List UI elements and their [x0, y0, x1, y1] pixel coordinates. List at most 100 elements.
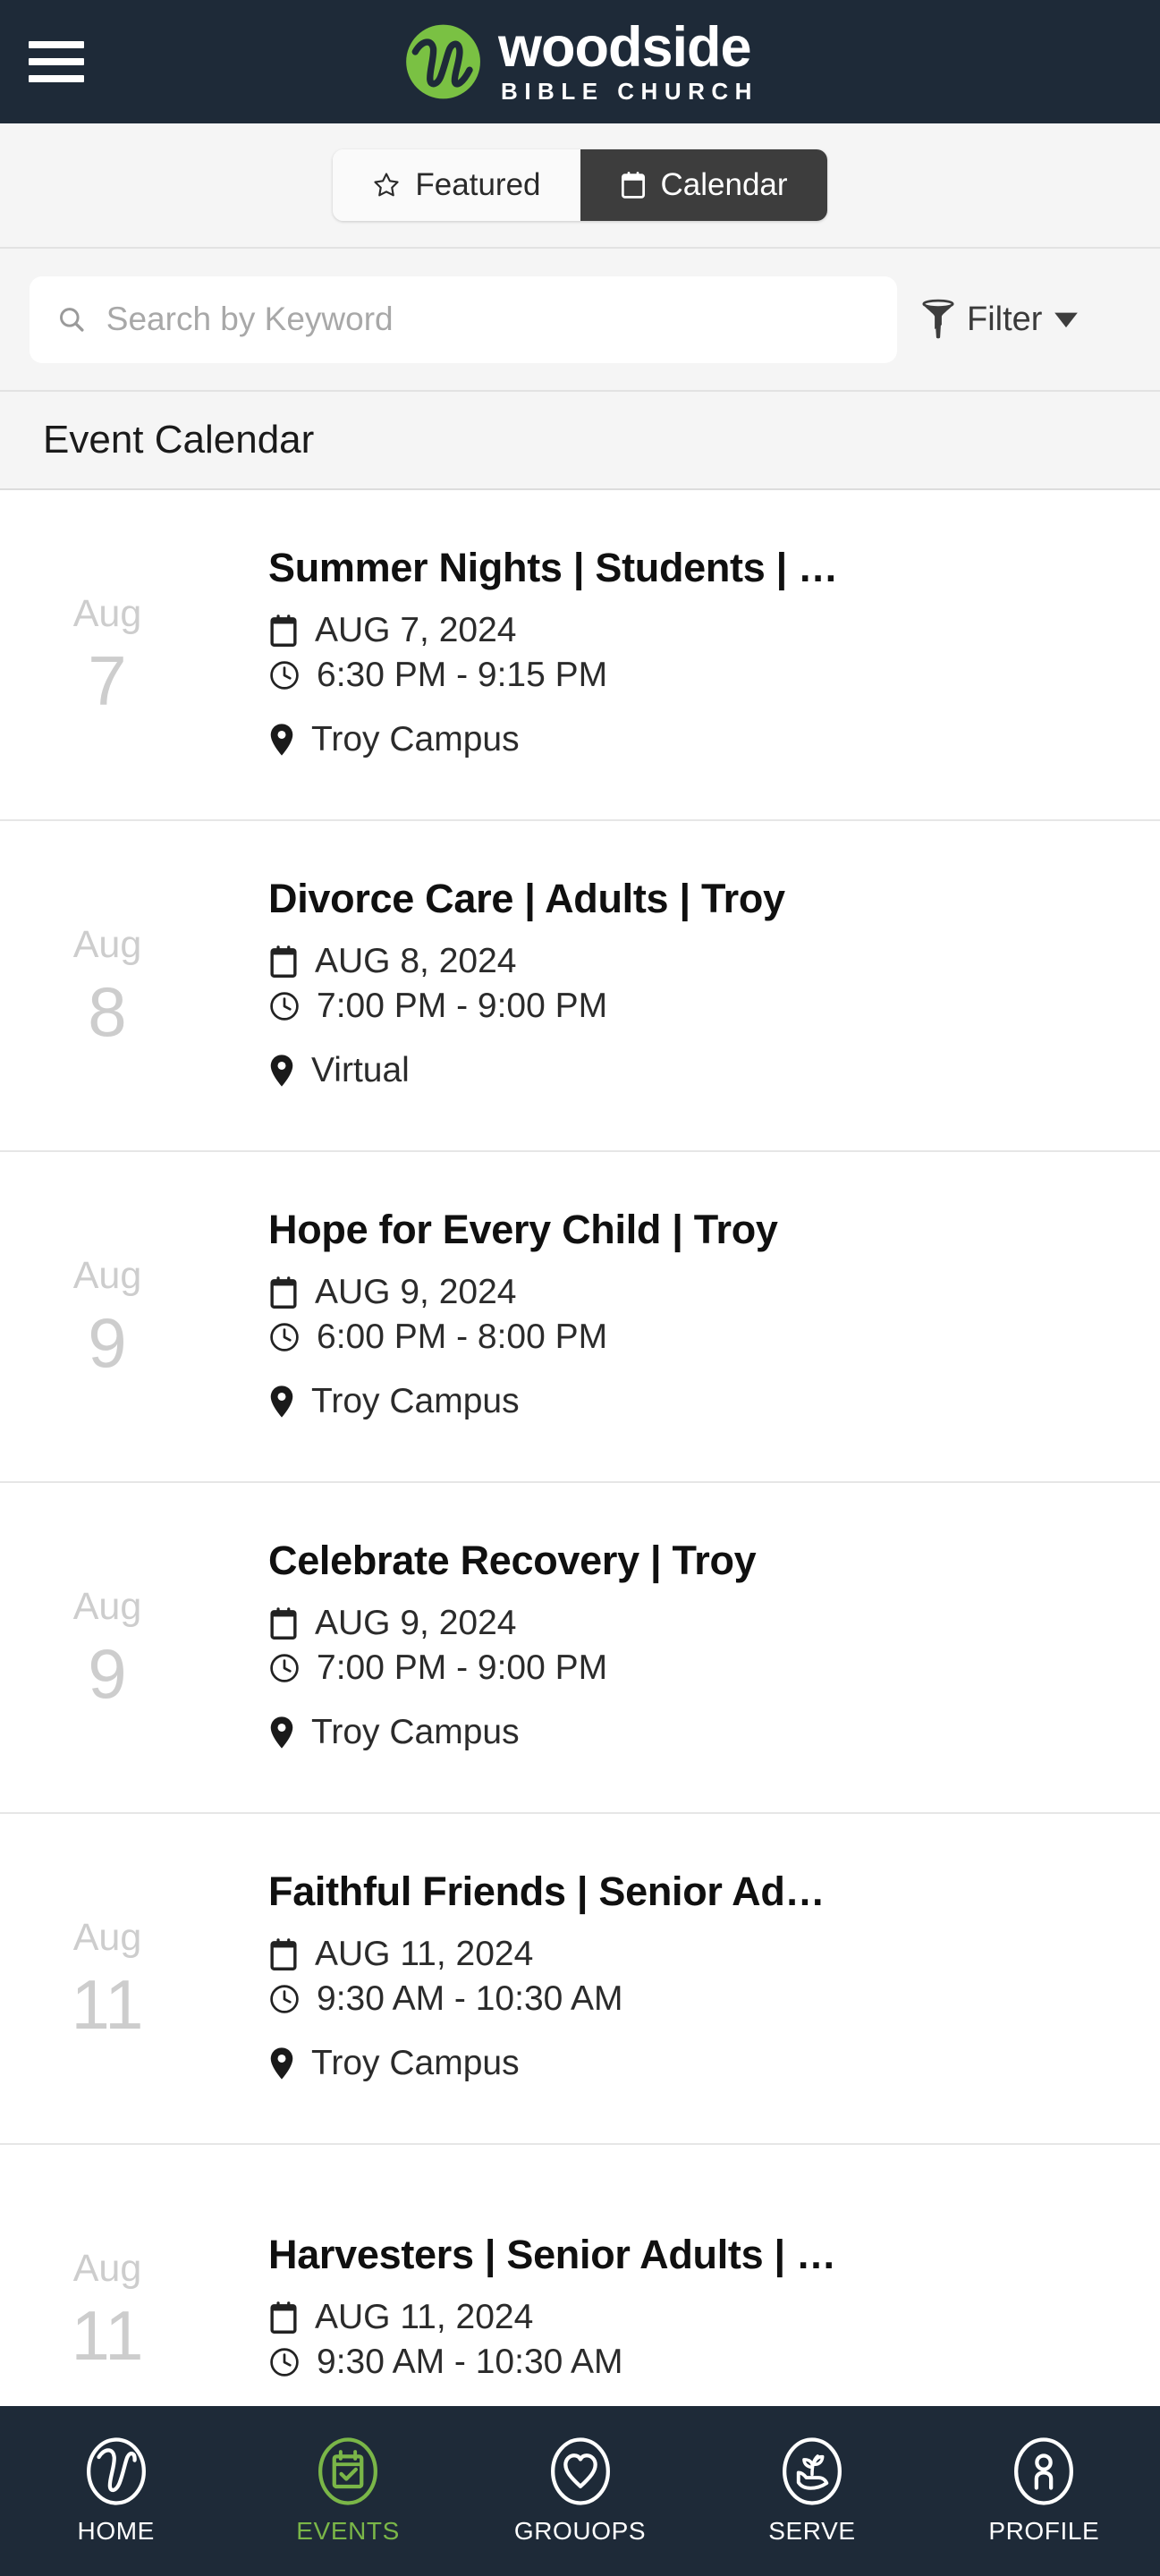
filter-label: Filter: [967, 300, 1043, 338]
nav-item-label: SERVE: [768, 2517, 856, 2545]
event-date-line: AUG 11, 2024: [268, 1935, 1124, 1974]
chevron-down-icon: [1054, 312, 1079, 328]
calendar-icon: [270, 1938, 297, 1970]
event-day: 11: [71, 2295, 144, 2375]
event-date-text: AUG 8, 2024: [315, 942, 517, 980]
event-row[interactable]: Aug 7 Summer Nights | Students | … AUG 7…: [0, 490, 1160, 821]
event-time-line: 6:00 PM - 8:00 PM: [268, 1318, 1124, 1357]
event-row[interactable]: Aug 11 Harvesters | Senior Adults | … AU…: [0, 2145, 1160, 2406]
event-time-line: 7:00 PM - 9:00 PM: [268, 1648, 1124, 1688]
event-date-text: AUG 9, 2024: [315, 1604, 517, 1642]
brand-subtitle: BIBLE CHURCH: [501, 77, 758, 105]
nav-item-label: GROUOPS: [513, 2517, 647, 2545]
tab-featured[interactable]: Featured: [333, 149, 580, 221]
event-time-text: 9:30 AM - 10:30 AM: [317, 2343, 623, 2381]
tabs-band: Featured Calendar: [0, 123, 1160, 249]
star-icon: [374, 173, 400, 197]
event-time-text: 7:00 PM - 9:00 PM: [317, 1648, 608, 1687]
event-date-badge: Aug 8: [0, 922, 268, 1051]
event-time-line: 9:30 AM - 10:30 AM: [268, 2343, 1124, 2382]
clock-icon: [270, 661, 299, 690]
person-circle-icon: [1014, 2437, 1074, 2505]
event-month: Aug: [72, 922, 142, 966]
event-month: Aug: [72, 2246, 142, 2290]
woodside-w-circle-icon: [86, 2437, 146, 2505]
event-date-badge: Aug 9: [0, 1584, 268, 1708]
event-details: Summer Nights | Students | … AUG 7, 2024…: [268, 545, 1160, 765]
nav-item-events[interactable]: EVENTS: [232, 2436, 463, 2546]
event-date-text: AUG 9, 2024: [315, 1273, 517, 1311]
location-pin-icon: [270, 1055, 293, 1087]
nav-item-label: PROFILE: [988, 2517, 1100, 2545]
event-title: Faithful Friends | Senior Ad…: [268, 1868, 826, 1914]
event-time-line: 6:30 PM - 9:15 PM: [268, 656, 1124, 695]
hand-plant-circle-icon: [782, 2437, 842, 2505]
filter-button[interactable]: Filter: [920, 299, 1080, 340]
hamburger-menu-icon[interactable]: [29, 41, 84, 82]
hamburger-bar: [29, 41, 84, 48]
event-row[interactable]: Aug 8 Divorce Care | Adults | Troy AUG 8…: [0, 821, 1160, 1152]
segmented-control: Featured Calendar: [333, 149, 827, 221]
calendar-check-circle-icon: [318, 2437, 378, 2505]
clock-icon: [270, 992, 299, 1021]
brand-wordmark: woodside BIBLE CHURCH: [498, 20, 758, 105]
event-date-badge: Aug 9: [0, 1253, 268, 1377]
tab-calendar-label: Calendar: [660, 167, 788, 202]
search-icon: [60, 308, 84, 332]
bottom-navigation: HOME EVENTS GROUOPS SERVE PROFILE: [0, 2406, 1160, 2576]
event-location-text: Troy Campus: [311, 1382, 520, 1420]
page-title: Event Calendar: [43, 418, 315, 462]
clock-icon: [270, 1985, 299, 2013]
event-time-text: 7:00 PM - 9:00 PM: [317, 987, 608, 1025]
calendar-icon: [270, 1607, 297, 1640]
nav-item-home[interactable]: HOME: [0, 2436, 232, 2546]
tab-calendar[interactable]: Calendar: [580, 149, 827, 221]
event-date-text: AUG 11, 2024: [315, 2298, 534, 2336]
nav-item-profile[interactable]: PROFILE: [928, 2436, 1160, 2546]
event-time-text: 9:30 AM - 10:30 AM: [317, 1979, 623, 2018]
hamburger-bar: [29, 75, 84, 82]
event-row[interactable]: Aug 9 Hope for Every Child | Troy AUG 9,…: [0, 1152, 1160, 1483]
event-location-text: Troy Campus: [311, 1713, 520, 1751]
event-month: Aug: [72, 1915, 142, 1959]
event-date-line: AUG 11, 2024: [268, 2298, 1124, 2337]
search-input[interactable]: [106, 301, 870, 338]
brand-logo[interactable]: woodside BIBLE CHURCH: [402, 20, 758, 105]
heart-circle-icon: [550, 2437, 610, 2505]
event-location-line: Troy Campus: [268, 1713, 1124, 1752]
event-location-line: Troy Campus: [268, 720, 1124, 759]
event-date-badge: Aug 11: [0, 2246, 268, 2375]
event-location-text: Troy Campus: [311, 720, 520, 758]
clock-icon: [270, 2348, 299, 2377]
event-day: 8: [88, 971, 127, 1051]
event-time-line: 7:00 PM - 9:00 PM: [268, 987, 1124, 1026]
event-month: Aug: [72, 1253, 142, 1297]
event-time-line: 9:30 AM - 10:30 AM: [268, 1979, 1124, 2019]
event-row[interactable]: Aug 9 Celebrate Recovery | Troy AUG 9, 2…: [0, 1483, 1160, 1814]
event-date-line: AUG 7, 2024: [268, 611, 1124, 650]
calendar-icon: [270, 1276, 297, 1309]
nav-item-serve[interactable]: SERVE: [696, 2436, 927, 2546]
event-date-line: AUG 9, 2024: [268, 1604, 1124, 1643]
location-pin-icon: [270, 2047, 293, 2080]
hamburger-bar: [29, 58, 84, 65]
event-month: Aug: [72, 591, 142, 635]
event-row[interactable]: Aug 11 Faithful Friends | Senior Ad… AUG…: [0, 1814, 1160, 2145]
event-time-text: 6:30 PM - 9:15 PM: [317, 656, 608, 694]
event-location-line: Troy Campus: [268, 1382, 1124, 1421]
search-band: Filter: [0, 249, 1160, 392]
calendar-icon: [270, 945, 297, 978]
calendar-icon: [621, 172, 645, 199]
location-pin-icon: [270, 1385, 293, 1418]
app-screen: woodside BIBLE CHURCH Featured Calendar …: [0, 0, 1160, 2576]
event-details: Divorce Care | Adults | Troy AUG 8, 2024…: [268, 876, 1160, 1096]
event-month: Aug: [72, 1584, 142, 1628]
event-location-line: Virtual: [268, 1051, 1124, 1090]
nav-item-grouops[interactable]: GROUOPS: [464, 2436, 696, 2546]
location-pin-icon: [270, 1716, 293, 1749]
event-date-badge: Aug 11: [0, 1915, 268, 2039]
event-title: Divorce Care | Adults | Troy: [268, 876, 785, 921]
search-box[interactable]: [30, 275, 897, 363]
section-header: Event Calendar: [0, 392, 1160, 490]
event-date-text: AUG 11, 2024: [315, 1935, 534, 1973]
